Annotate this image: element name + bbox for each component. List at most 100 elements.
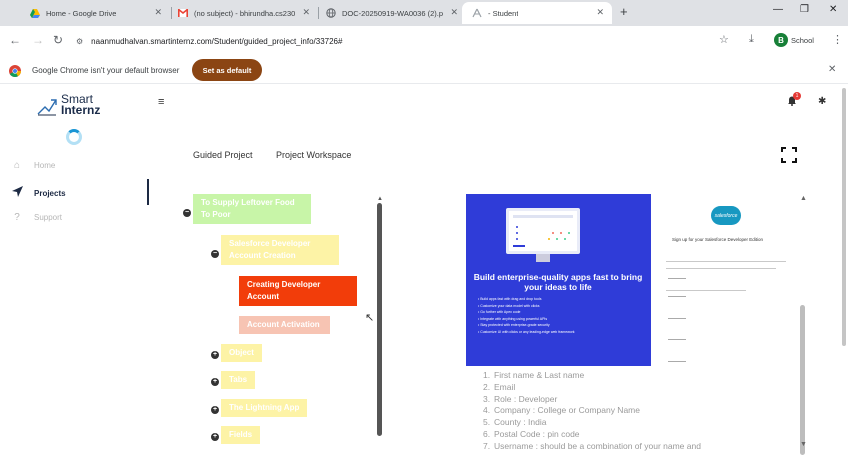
tree-node-fields[interactable]: Fields [221, 426, 261, 444]
step-number: 2. [483, 381, 491, 392]
reload-icon[interactable]: ↻ [53, 33, 63, 47]
form-field-line [666, 290, 746, 291]
tab-project-workspace[interactable]: Project Workspace [276, 150, 351, 160]
list-item: 3. Role : Developer [483, 394, 701, 406]
sidebar-item-label: Projects [34, 188, 66, 198]
new-tab-button[interactable]: + [620, 4, 628, 19]
download-icon[interactable]: ⤓ [749, 33, 754, 46]
list-item: 7. Username : should be a combination of … [483, 441, 701, 453]
minimize-icon[interactable]: — [773, 4, 783, 15]
tree-scrollbar[interactable] [377, 203, 382, 436]
page-scrollbar[interactable] [842, 88, 846, 346]
tree-node-account-creation[interactable]: Salesforce Developer Account Creation [221, 235, 339, 265]
settings-gear-icon[interactable]: ✱ [818, 96, 826, 107]
promo-bullet-list: Build apps fast with drag and drop tools… [478, 296, 574, 336]
tree-node-lightning-app[interactable]: The Lightning App [221, 399, 308, 417]
list-item: 1. First name & Last name [483, 370, 701, 382]
expand-toggle-icon[interactable]: + [211, 406, 219, 414]
promo-headline: Build enterprise-quality apps fast to br… [473, 272, 643, 292]
close-tab-icon[interactable]: ✕ [596, 7, 604, 18]
gmail-icon [178, 8, 188, 18]
workspace-scroll-down-icon[interactable]: ▼ [800, 441, 807, 448]
site-icon [472, 8, 482, 18]
step-text: Role : Developer [494, 393, 558, 404]
collapse-toggle-icon[interactable]: − [211, 250, 219, 258]
tab-title: (no subject) - bhirundha.cs230 [194, 8, 296, 18]
tab-student[interactable]: - Student ✕ [462, 2, 612, 24]
workspace-scrollbar[interactable] [800, 305, 805, 455]
globe-icon [326, 8, 336, 18]
step-text: Email [494, 381, 516, 392]
notification-bell-icon[interactable]: 1 [787, 92, 801, 109]
step-text: County : India [494, 417, 547, 428]
signup-title: Sign up for your Salesforce Developer Ed… [672, 237, 764, 242]
menu-dots-icon[interactable]: ⋮ [832, 33, 843, 46]
expand-toggle-icon[interactable]: + [211, 433, 219, 441]
restore-icon[interactable]: ❐ [800, 4, 809, 15]
infobar-close-icon[interactable]: ✕ [828, 64, 836, 75]
step-number: 7. [483, 440, 491, 451]
profile-button[interactable]: B School [774, 32, 814, 48]
sidebar-item-support[interactable]: ? Support [10, 212, 62, 223]
infobar-message: Google Chrome isn't your default browser [32, 66, 180, 75]
close-tab-icon[interactable]: ✕ [450, 7, 458, 18]
tab-document[interactable]: DOC-20250919-WA0036 (2).p ✕ [316, 2, 466, 24]
step-number: 5. [483, 417, 491, 428]
mouse-cursor-icon: ↖ [365, 312, 375, 324]
tab-gmail[interactable]: (no subject) - bhirundha.cs230 ✕ [168, 2, 318, 24]
home-icon: ⌂ [13, 160, 21, 171]
site-info-icon[interactable]: ⚙ [76, 37, 83, 46]
salesforce-logo: salesforce [711, 206, 741, 225]
window-close-icon[interactable]: ✕ [829, 4, 837, 15]
avatar: B [774, 33, 788, 47]
tree-node-creating-developer-account[interactable]: Creating Developer Account [239, 276, 357, 306]
question-icon: ? [14, 212, 20, 223]
form-field-label [668, 318, 686, 319]
sidebar-item-home[interactable]: ⌂ Home [10, 160, 55, 171]
tree-node-account-activation[interactable]: Account Activation [239, 316, 330, 334]
back-icon[interactable]: ← [9, 33, 21, 47]
close-tab-icon[interactable]: ✕ [302, 7, 310, 18]
close-tab-icon[interactable]: ✕ [154, 7, 162, 18]
browser-toolbar: ← → ↻ ⚙ naanmudhalvan.smartinternz.com/S… [0, 26, 848, 56]
tab-google-drive[interactable]: Home - Google Drive ✕ [20, 2, 170, 24]
monitor-stand [536, 254, 550, 262]
form-field-line [666, 268, 776, 269]
bookmark-star-icon[interactable]: ☆ [719, 33, 729, 46]
profile-label: School [791, 35, 814, 45]
collapse-toggle-icon[interactable]: − [183, 209, 191, 217]
list-item: 2. Email [483, 382, 701, 394]
tab-guided-project[interactable]: Guided Project [193, 150, 253, 160]
tab-strip: Home - Google Drive ✕ (no subject) - bhi… [0, 0, 848, 26]
sidebar-item-label: Support [34, 213, 63, 222]
url-text: naanmudhalvan.smartinternz.com/Student/g… [91, 36, 343, 46]
sidebar-item-projects[interactable]: Projects [10, 186, 66, 200]
tree-node-object[interactable]: Object [221, 344, 262, 362]
step-text: Postal Code : pin code [494, 428, 580, 439]
fullscreen-icon[interactable] [781, 147, 797, 166]
step-number: 1. [483, 370, 491, 380]
address-bar[interactable]: ⚙ naanmudhalvan.smartinternz.com/Student… [76, 32, 706, 50]
expand-toggle-icon[interactable]: + [211, 351, 219, 359]
tree-node-root[interactable]: To Supply Leftover Food To Poor [193, 194, 311, 224]
tree-node-tabs[interactable]: Tabs [221, 371, 256, 389]
logo-line2: Internz [61, 103, 101, 117]
hamburger-menu-icon[interactable]: ≡ [158, 96, 164, 108]
promo-bullet: Customize UI with clicks or any leading-… [478, 329, 574, 336]
monitor-illustration [506, 208, 580, 254]
google-drive-icon [30, 8, 40, 18]
workspace-scroll-up-icon[interactable]: ▲ [800, 195, 807, 202]
form-field-line [666, 261, 786, 262]
forward-icon[interactable]: → [32, 33, 44, 47]
tab-title: DOC-20250919-WA0036 (2).p [342, 8, 444, 18]
tab-title: Home - Google Drive [46, 8, 117, 18]
set-default-button[interactable]: Set as default [192, 59, 262, 81]
list-item: 6. Postal Code : pin code [483, 429, 701, 441]
form-field-label [668, 339, 686, 340]
expand-toggle-icon[interactable]: + [211, 378, 219, 386]
app-logo[interactable]: Smart Internz [61, 93, 101, 117]
send-icon [10, 186, 24, 200]
form-field-label [668, 361, 686, 362]
tree-scroll-up-icon[interactable]: ▲ [377, 196, 383, 202]
step-text: Username : should be a combination of yo… [494, 440, 701, 451]
